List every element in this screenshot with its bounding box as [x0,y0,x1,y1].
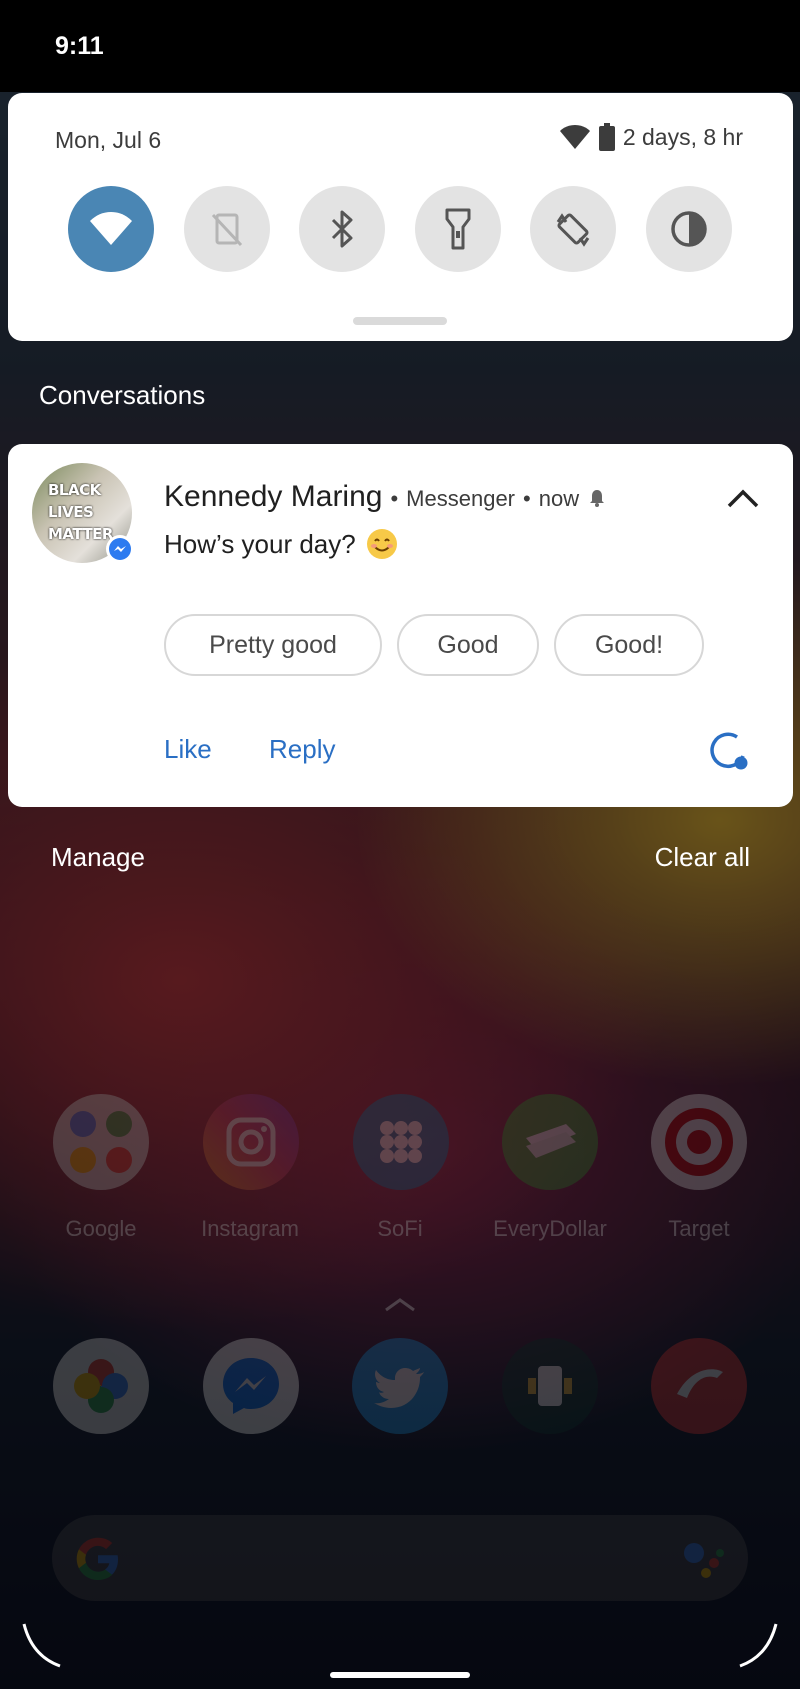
bubble-icon[interactable] [707,730,749,772]
status-bar: 9:11 [0,0,800,92]
smart-reply-chip[interactable]: Good [397,614,539,676]
flashlight-tile[interactable] [415,186,501,272]
home-gesture-bar[interactable] [330,1672,470,1678]
bluetooth-tile[interactable] [299,186,385,272]
back-gesture-corner-icon [739,1623,778,1668]
manage-button[interactable]: Manage [51,842,145,873]
flashlight-icon [445,208,471,250]
bluetooth-icon [331,210,353,248]
quick-settings-tiles [8,186,793,274]
wifi-icon [90,212,132,245]
separator: • [523,486,531,511]
dark-theme-icon [671,211,707,247]
battery-icon [598,123,615,151]
bell-icon [590,490,605,507]
auto-rotate-tile[interactable] [530,186,616,272]
status-time: 9:11 [55,32,104,60]
smart-reply-chip[interactable]: Pretty good [164,614,382,676]
screen: Google Instagram SoFi EveryDollar Target… [0,0,800,1689]
conversations-header: Conversations [39,380,206,410]
separator: • [390,486,399,511]
auto-rotate-off-tile[interactable] [184,186,270,272]
like-button[interactable]: Like [164,734,212,765]
smiling-emoji-icon [366,529,397,559]
messenger-badge-icon [106,535,134,563]
sender-name: Kennedy Maring [164,480,383,513]
qs-expand-handle[interactable] [353,317,447,325]
qs-date: Mon, Jul 6 [55,127,162,153]
dark-theme-tile[interactable] [646,186,732,272]
message-text: How’s your day? [164,528,356,559]
back-gesture-corner-icon [22,1623,61,1668]
quick-settings-panel: Mon, Jul 6 2 days, 8 hr [8,93,793,341]
app-name: Messenger [406,486,516,511]
message-text-row: How’s your day? [164,528,398,560]
wifi-tile[interactable] [68,186,154,272]
screen-rotation-icon [556,213,590,247]
notification-header: Kennedy Maring • Messenger • now [164,480,607,514]
reply-button[interactable]: Reply [269,734,335,765]
notification-actions: Like Reply [8,732,793,774]
notification-time: now [538,486,580,511]
clear-all-button[interactable]: Clear all [655,842,750,873]
battery-text: 2 days, 8 hr [622,123,743,150]
collapse-chevron-icon[interactable] [725,484,761,512]
messenger-notification[interactable]: BLACK LIVES MATTER Kennedy Maring • Mess… [8,444,793,807]
qs-status-icons: 2 days, 8 hr [559,123,743,151]
wifi-status-icon [559,125,590,149]
smart-reply-chip[interactable]: Good! [554,614,704,676]
screen-rotation-off-icon [211,213,243,247]
